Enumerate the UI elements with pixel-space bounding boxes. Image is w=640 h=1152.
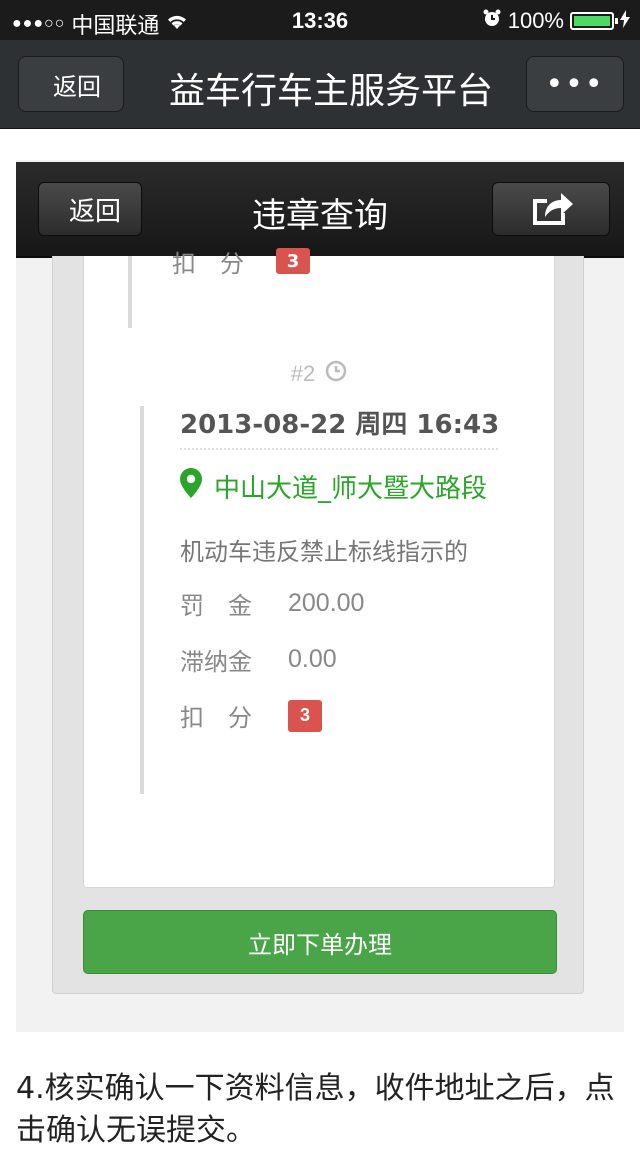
inner-nav-bar: 返回 违章查询 — [16, 162, 624, 258]
app-nav-bar: 返回 益车行车主服务平台 ••• — [0, 40, 640, 129]
page-title: 益车行车主服务平台 — [168, 71, 493, 112]
timeline-line — [128, 256, 132, 328]
location-text: 中山大道_师大暨大路段 — [214, 474, 488, 504]
location-pin-icon — [180, 468, 202, 505]
inner-title: 违章查询 — [252, 196, 388, 236]
late-fee-value: 0.00 — [288, 645, 337, 673]
record-index: #2 — [290, 361, 316, 386]
previous-points-label: 扣 分 — [172, 250, 244, 278]
share-button[interactable] — [492, 182, 610, 236]
clock-icon — [325, 360, 347, 388]
timeline-line — [140, 406, 144, 794]
fine-row: 罚 金 200.00 — [180, 586, 364, 621]
status-right: 100% — [482, 8, 630, 34]
more-button[interactable]: ••• — [526, 56, 624, 112]
charging-icon — [620, 8, 630, 34]
record-datetime: 2013-08-22 周四 16:43 — [180, 410, 500, 440]
fine-value: 200.00 — [288, 589, 365, 617]
share-icon — [527, 187, 575, 231]
battery-icon — [570, 12, 618, 30]
late-fee-label: 滞纳金 — [180, 648, 252, 676]
record-header: #2 — [84, 360, 554, 388]
status-bar: ●●●○○ 中国联通 13:36 100% — [0, 0, 640, 40]
alarm-icon — [482, 8, 502, 34]
instruction-caption: 4.核实确认一下资料信息，收件地址之后，点击确认无误提交。 — [16, 1071, 615, 1148]
divider — [180, 448, 498, 450]
previous-points-badge: 3 — [276, 248, 310, 274]
late-fee-row: 滞纳金 0.00 — [180, 642, 337, 677]
violation-card: 扣 分 3 #2 2013-08-22 周四 16:43 中山大道_师大暨大路段… — [83, 248, 555, 888]
violation-description: 机动车违反禁止标线指示的 — [180, 538, 468, 566]
inner-back-button[interactable]: 返回 — [38, 182, 142, 236]
points-badge: 3 — [288, 699, 322, 732]
back-button[interactable]: 返回 — [18, 56, 124, 112]
order-now-button[interactable]: 立即下单办理 — [83, 910, 557, 974]
embedded-screenshot: 返回 违章查询 扣 分 3 #2 2013-08-22 周四 16:43 中山大… — [16, 160, 624, 1032]
record-location: 中山大道_师大暨大路段 — [180, 468, 487, 505]
fine-label: 罚 金 — [180, 592, 252, 620]
records-panel: 扣 分 3 #2 2013-08-22 周四 16:43 中山大道_师大暨大路段… — [52, 248, 584, 994]
points-label: 扣 分 — [180, 704, 252, 732]
battery-percent: 100% — [507, 8, 564, 33]
points-row: 扣 分 3 — [180, 698, 322, 733]
